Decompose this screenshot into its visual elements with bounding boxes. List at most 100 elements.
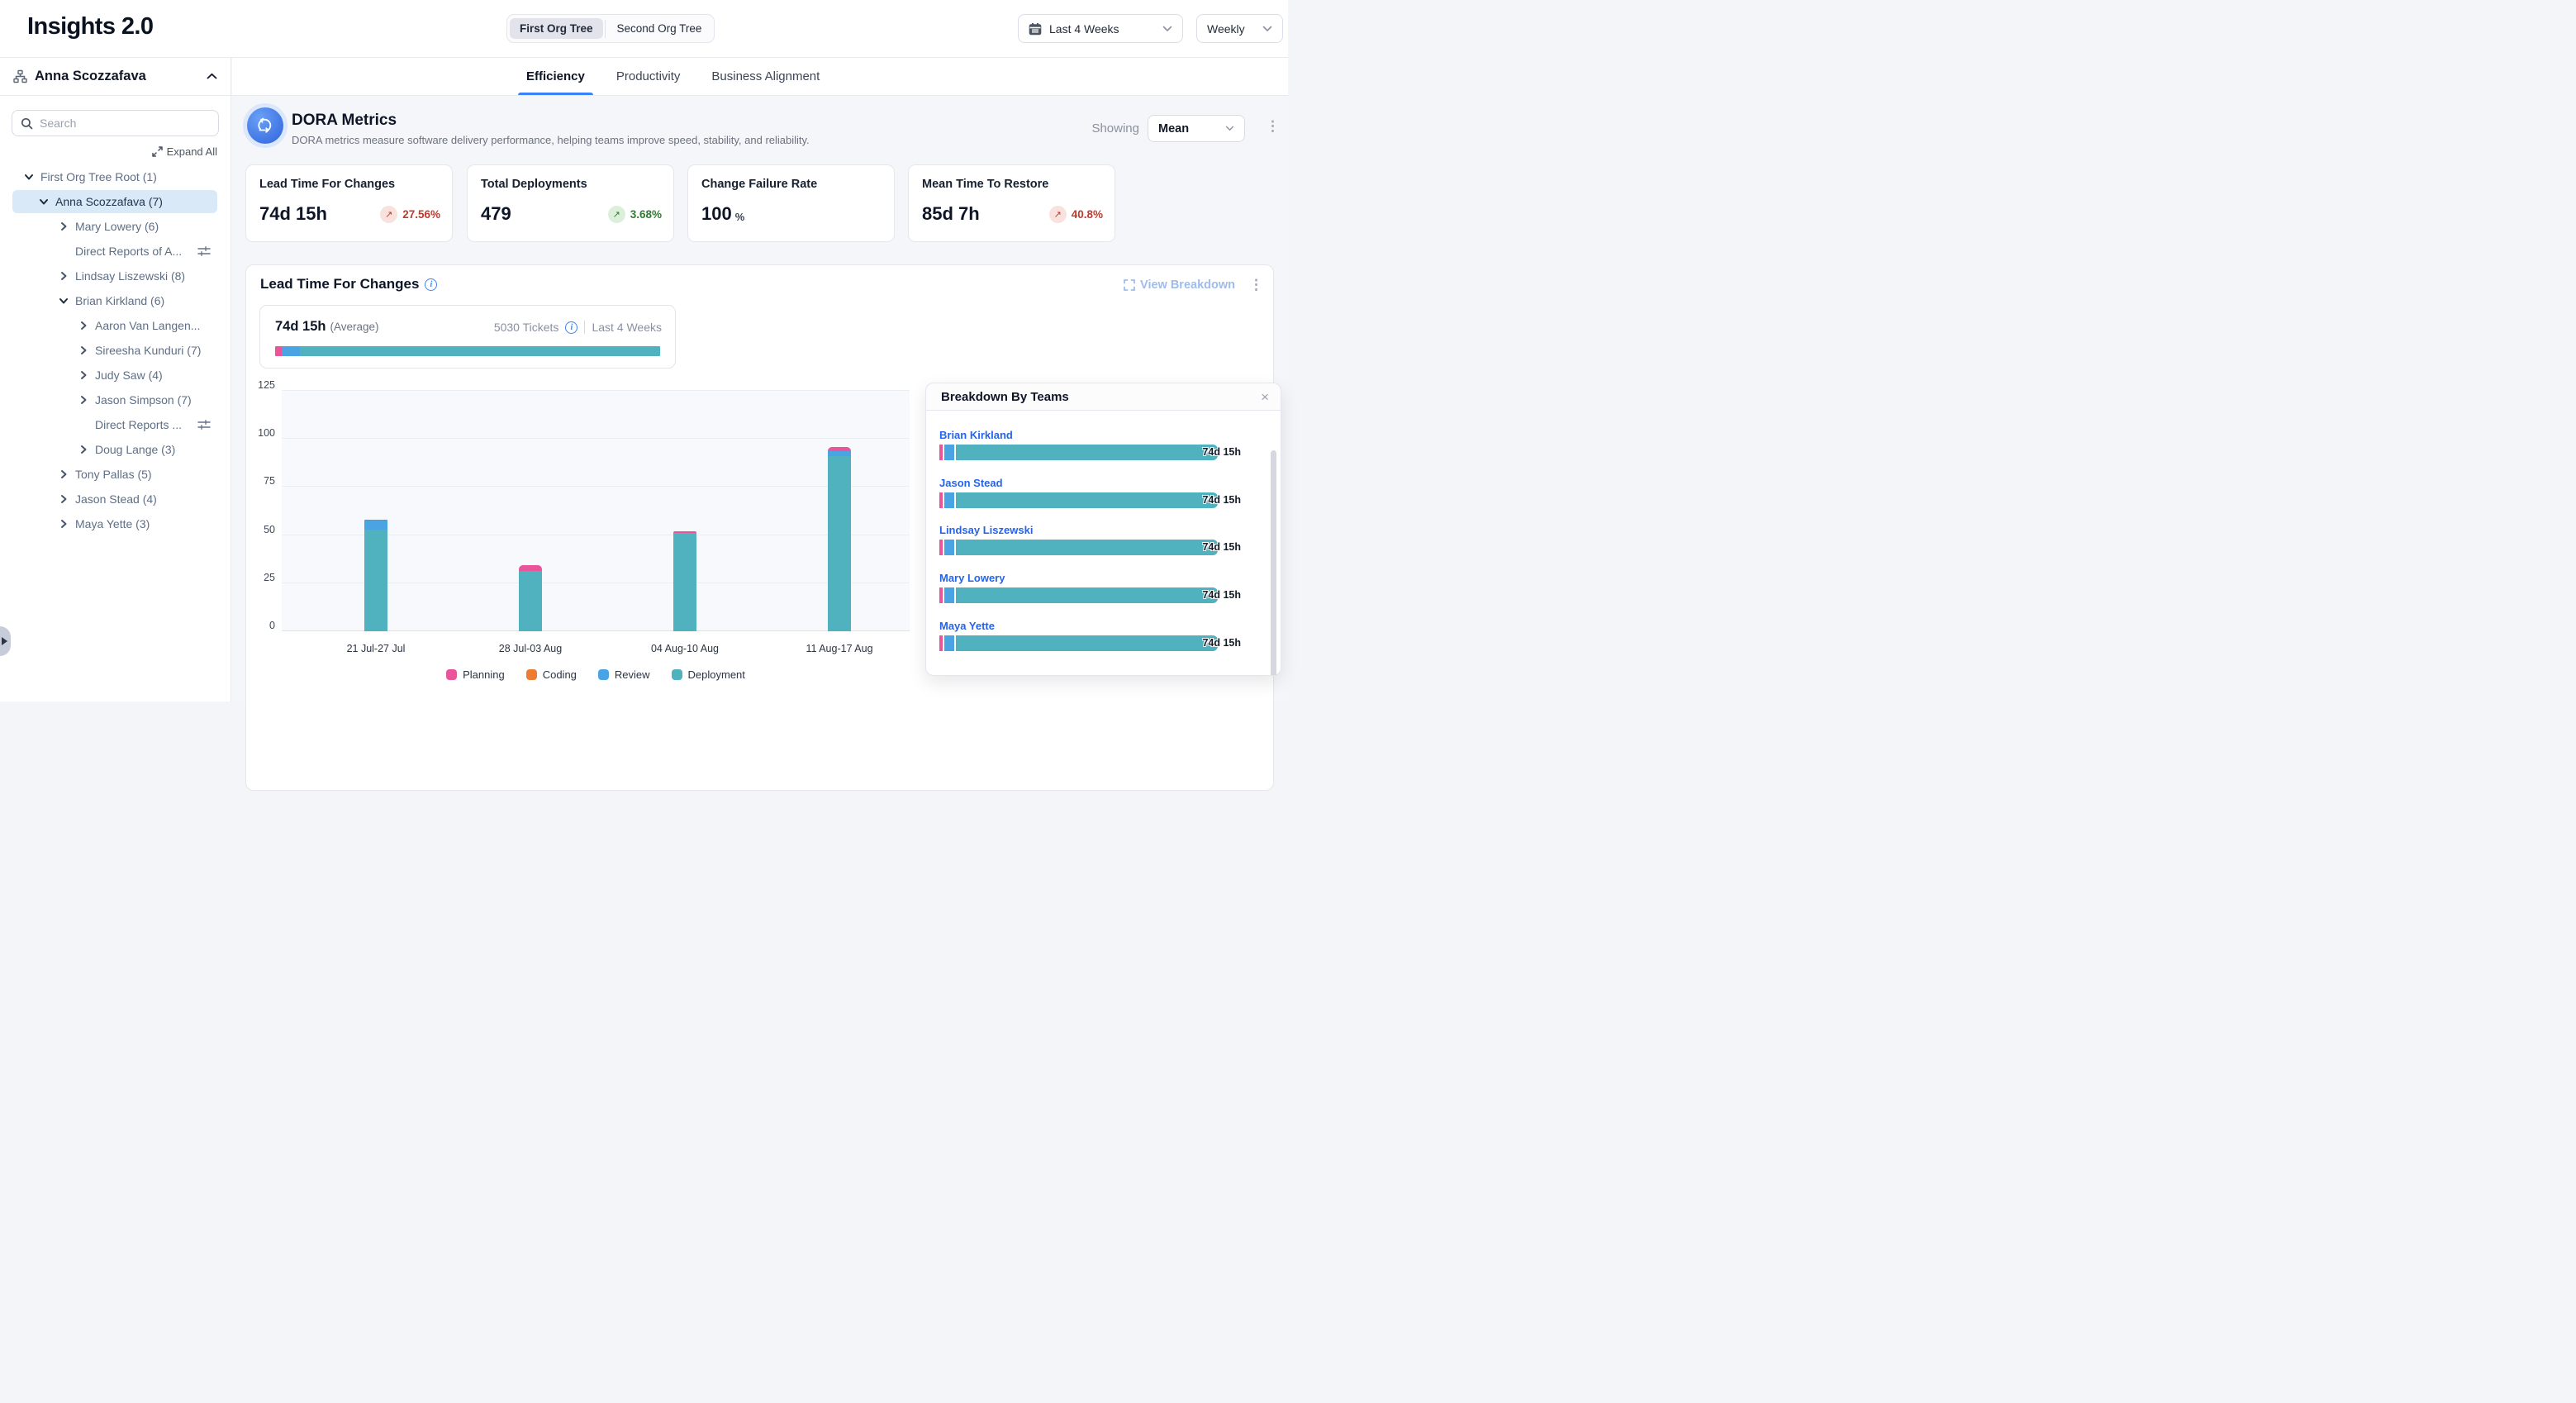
view-breakdown-link[interactable]: View Breakdown (1124, 278, 1235, 292)
team-bar: 74d 15h (939, 445, 1241, 460)
bar-segment-deployment (364, 530, 387, 631)
chevron-right-icon[interactable] (59, 221, 69, 231)
chart-kebab-menu[interactable]: ⋮ (1249, 278, 1263, 292)
tree-item[interactable]: Anna Scozzafava (7) (0, 189, 231, 214)
tree-item[interactable]: Judy Saw (4) (0, 363, 231, 388)
bar-segment-deployment (828, 456, 851, 631)
date-range-select[interactable]: Last 4 Weeks (1018, 14, 1183, 43)
tree-item[interactable]: First Org Tree Root (1) (0, 164, 231, 189)
chevron-right-icon[interactable] (59, 469, 69, 479)
tree-item[interactable]: Brian Kirkland (6) (0, 288, 231, 313)
search-input[interactable] (40, 117, 210, 130)
app-title: Insights 2.0 (27, 13, 153, 40)
tree-item-label: Direct Reports ... (95, 418, 182, 431)
phase-segment-deployment (300, 346, 660, 356)
stacked-bar[interactable] (828, 447, 851, 631)
team-bar: 74d 15h (939, 492, 1241, 508)
view-breakdown-label: View Breakdown (1140, 278, 1235, 292)
chevron-right-icon[interactable] (59, 519, 69, 529)
team-link[interactable]: Mary Lowery (939, 572, 1241, 584)
chevron-right-icon[interactable] (78, 395, 88, 405)
metric-card: Mean Time To Restore 85d 7h ↗ 40.8% (908, 164, 1115, 242)
legend-item-coding[interactable]: Coding (526, 668, 577, 681)
trend-badge: ↗ 3.68% (608, 206, 662, 223)
tree-item[interactable]: Direct Reports of A... (0, 239, 231, 264)
tree-item-label: Direct Reports of A... (75, 245, 182, 258)
info-icon[interactable]: i (565, 321, 577, 334)
org-tree-toggle: First Org Tree Second Org Tree (506, 14, 715, 43)
tab-efficiency[interactable]: Efficiency (525, 58, 587, 95)
filter-settings-icon[interactable] (197, 419, 211, 430)
tree-item[interactable]: Doug Lange (3) (0, 437, 231, 462)
filter-settings-icon[interactable] (197, 245, 211, 257)
chevron-down-icon[interactable] (39, 197, 49, 207)
info-icon[interactable]: i (425, 278, 437, 291)
delta-value: 40.8% (1072, 208, 1103, 221)
tree-item[interactable]: Sireesha Kunduri (7) (0, 338, 231, 363)
tree-item-label: Sireesha Kunduri (7) (95, 344, 201, 357)
row-segment-review (944, 492, 954, 508)
chevron-down-icon[interactable] (24, 172, 34, 182)
close-icon[interactable]: × (1261, 390, 1269, 404)
tree-item[interactable]: Maya Yette (3) (0, 511, 231, 536)
chevron-down-icon[interactable] (59, 296, 69, 306)
breakdown-by-teams-panel: Breakdown By Teams × Brian Kirkland 74d … (925, 383, 1281, 676)
tree-item[interactable]: Mary Lowery (6) (0, 214, 231, 239)
row-segment-review (944, 445, 954, 460)
stacked-bar[interactable] (673, 531, 696, 631)
metric-card: Change Failure Rate 100 % (687, 164, 895, 242)
expand-all-link[interactable]: Expand All (152, 145, 217, 158)
tree-item[interactable]: Aaron Van Langen... (0, 313, 231, 338)
row-segment-deployment (956, 445, 1218, 460)
chevron-right-icon[interactable] (78, 321, 88, 331)
team-link[interactable]: Lindsay Liszewski (939, 524, 1241, 536)
tab-business-alignment[interactable]: Business Alignment (710, 58, 821, 95)
sidebar-search[interactable] (12, 110, 219, 136)
stacked-bar[interactable] (519, 565, 542, 631)
tree-item[interactable]: Lindsay Liszewski (8) (0, 264, 231, 288)
tree-item[interactable]: Direct Reports ... (0, 412, 231, 437)
chevron-right-icon[interactable] (78, 370, 88, 380)
legend-swatch (446, 669, 457, 680)
tree-item[interactable]: Jason Stead (4) (0, 487, 231, 511)
chevron-right-icon[interactable] (78, 445, 88, 454)
chevron-up-icon[interactable] (207, 73, 217, 80)
chevron-right-icon[interactable] (78, 345, 88, 355)
chevron-right-icon[interactable] (59, 271, 69, 281)
expand-all-label: Expand All (167, 145, 217, 158)
team-link[interactable]: Maya Yette (939, 620, 1241, 632)
legend-item-deployment[interactable]: Deployment (672, 668, 745, 681)
team-bar: 74d 15h (939, 587, 1241, 603)
team-link[interactable]: Brian Kirkland (939, 429, 1241, 441)
tab-bar: Efficiency Productivity Business Alignment (232, 58, 1288, 96)
panel-scrollbar-thumb[interactable] (1271, 450, 1276, 675)
row-segment-planning (939, 540, 943, 555)
dora-kebab-menu[interactable]: ⋮ (1266, 119, 1280, 133)
tree-item[interactable]: Jason Simpson (7) (0, 388, 231, 412)
team-link[interactable]: Jason Stead (939, 477, 1241, 489)
tree-item-label: Jason Stead (4) (75, 492, 157, 506)
legend-item-planning[interactable]: Planning (446, 668, 505, 681)
chevron-right-icon[interactable] (59, 494, 69, 504)
team-bar: 74d 15h (939, 540, 1241, 555)
tree-item[interactable]: Tony Pallas (5) (0, 462, 231, 487)
sidebar-user-header: Anna Scozzafava (0, 58, 231, 96)
trend-badge: ↗ 27.56% (380, 206, 440, 223)
granularity-select[interactable]: Weekly (1196, 14, 1283, 43)
trend-badge: ↗ 40.8% (1049, 206, 1103, 223)
bar-segment-deployment (519, 571, 542, 631)
legend-swatch (672, 669, 682, 680)
showing-select[interactable]: Mean (1148, 115, 1245, 142)
tree-item-label: Anna Scozzafava (7) (55, 195, 163, 208)
legend-item-review[interactable]: Review (598, 668, 650, 681)
metric-card: Total Deployments 479 ↗ 3.68% (467, 164, 674, 242)
panel-header: Breakdown By Teams × (926, 383, 1281, 411)
stacked-bar[interactable] (364, 520, 387, 631)
dora-section-description: DORA metrics measure software delivery p… (292, 134, 810, 146)
toggle-first-org-tree[interactable]: First Org Tree (510, 18, 603, 39)
row-segment-deployment (956, 540, 1218, 555)
toggle-second-org-tree[interactable]: Second Org Tree (607, 18, 712, 39)
y-axis-tick-label: 100 (245, 427, 275, 439)
tree-item-label: Maya Yette (3) (75, 517, 150, 530)
tab-productivity[interactable]: Productivity (615, 58, 682, 95)
